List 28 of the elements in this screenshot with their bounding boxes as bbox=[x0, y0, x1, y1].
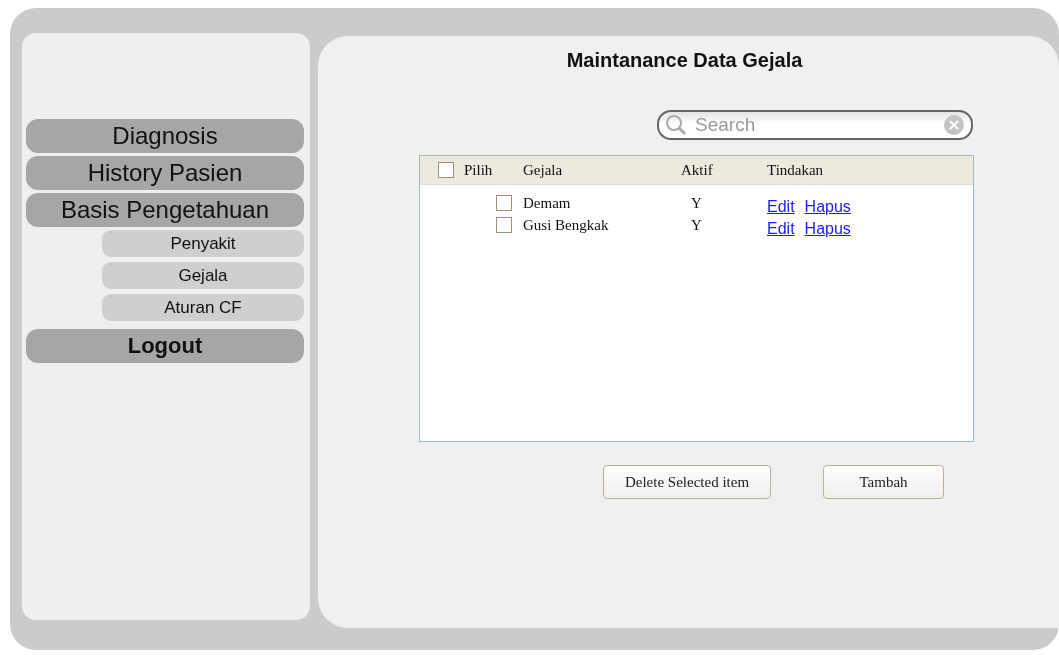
checkbox[interactable] bbox=[438, 162, 454, 178]
column-header: Tindakan bbox=[767, 161, 824, 178]
menu-button[interactable]: Diagnosis bbox=[26, 119, 304, 153]
column-header: Gejala bbox=[523, 161, 563, 178]
delete-button[interactable]: Delete Selected item bbox=[603, 465, 771, 499]
menu-button[interactable]: Basis Pengetahuan bbox=[26, 193, 304, 227]
action-link[interactable]: Hapus bbox=[804, 198, 851, 216]
add-button[interactable]: Tambah bbox=[823, 465, 944, 499]
search-field[interactable]: Search bbox=[657, 110, 973, 140]
checkbox[interactable] bbox=[496, 217, 512, 233]
column-header: Pilih bbox=[464, 161, 493, 179]
menu-button[interactable]: History Pasien bbox=[26, 156, 304, 190]
action-link[interactable]: Hapus bbox=[804, 220, 851, 238]
logout-button[interactable]: Logout bbox=[26, 329, 304, 363]
submenu-button[interactable]: Gejala bbox=[102, 262, 304, 289]
search-icon bbox=[665, 114, 687, 136]
checkbox[interactable] bbox=[496, 195, 512, 211]
clear-icon[interactable] bbox=[943, 114, 965, 136]
action-link[interactable]: Edit bbox=[767, 220, 795, 238]
table-cell: Y bbox=[691, 194, 702, 211]
table-cell: Demam bbox=[523, 194, 571, 211]
submenu-button[interactable]: Aturan CF bbox=[102, 294, 304, 321]
page-title: Maintanance Data Gejala bbox=[565, 49, 804, 72]
table-cell: Gusi Bengkak bbox=[523, 216, 609, 233]
action-link[interactable]: Edit bbox=[767, 198, 795, 216]
column-header: Aktif bbox=[681, 161, 713, 178]
table-cell: Y bbox=[691, 216, 702, 233]
submenu-button[interactable]: Penyakit bbox=[102, 230, 304, 257]
